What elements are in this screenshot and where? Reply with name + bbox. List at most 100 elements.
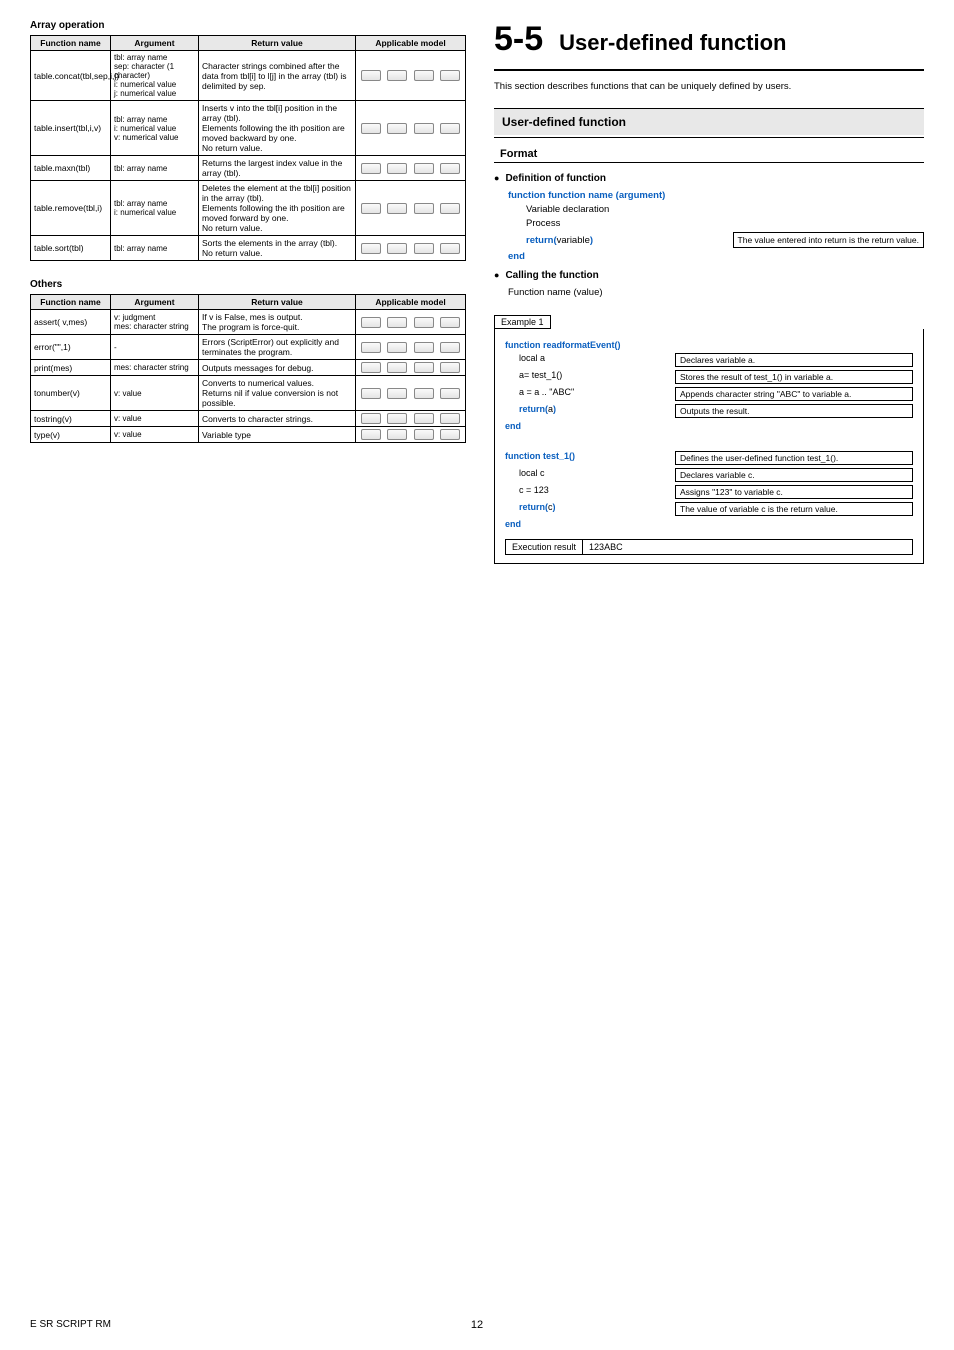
col-ret: Return value [199, 36, 356, 51]
col-fn: Function name [31, 295, 111, 310]
example-box: function readformatEvent() local aDeclar… [494, 329, 924, 564]
def-return-note: The value entered into return is the ret… [733, 232, 924, 248]
arg-cell: tbl: array namei: numerical value [111, 181, 199, 236]
arg-cell: v: value [111, 411, 199, 427]
arg-cell: tbl: array namei: numerical valuev: nume… [111, 101, 199, 156]
col-ret: Return value [199, 295, 356, 310]
col-arg: Argument [111, 36, 199, 51]
exec-label: Execution result [505, 539, 583, 555]
arg-cell: - [111, 335, 199, 360]
model-box [361, 388, 381, 399]
model-box [387, 413, 407, 424]
example-code: c = 123 [505, 485, 675, 495]
arg-cell: tbl: array name [111, 156, 199, 181]
col-arg: Argument [111, 295, 199, 310]
arg-cell: tbl: array name [111, 236, 199, 261]
model-box [361, 413, 381, 424]
model-box [361, 429, 381, 440]
model-box [414, 203, 434, 214]
fn-cell: tonumber(v) [31, 376, 111, 411]
model-box [361, 123, 381, 134]
call-line: Function name (value) [508, 287, 603, 298]
model-box [440, 123, 460, 134]
table-row: table.maxn(tbl)tbl: array nameReturns th… [31, 156, 466, 181]
applicable-model-cell [356, 360, 466, 376]
example-desc: Stores the result of test_1() in variabl… [675, 370, 913, 384]
def-return-kw: return( [526, 235, 557, 246]
format-title: Format [500, 148, 924, 160]
model-box [414, 243, 434, 254]
model-box [440, 342, 460, 353]
fn-cell: table.sort(tbl) [31, 236, 111, 261]
table-row: table.sort(tbl)tbl: array nameSorts the … [31, 236, 466, 261]
example-row: c = 123Assigns "123" to variable c. [505, 485, 913, 499]
model-box [440, 388, 460, 399]
model-box [387, 388, 407, 399]
model-box [387, 342, 407, 353]
example-code: return(a) [505, 404, 675, 414]
example-desc: Outputs the result. [675, 404, 913, 418]
ex1-fn: function readformatEvent() [505, 340, 621, 350]
col-app: Applicable model [356, 295, 466, 310]
chapter-title: User-defined function [559, 30, 786, 56]
fn-cell: table.concat(tbl,sep,i,j) [31, 51, 111, 101]
model-box [414, 317, 434, 328]
model-box [440, 70, 460, 81]
fn-cell: tostring(v) [31, 411, 111, 427]
example-row: local aDeclares variable a. [505, 353, 913, 367]
model-box [361, 243, 381, 254]
table-row: assert( v,mes)v: judgmentmes: character … [31, 310, 466, 335]
ret-cell: Sorts the elements in the array (tbl).No… [199, 236, 356, 261]
model-box [440, 429, 460, 440]
others-title: Others [30, 279, 466, 290]
model-box [387, 243, 407, 254]
applicable-model-cell [356, 411, 466, 427]
ret-cell: Inserts v into the tbl[i] position in th… [199, 101, 356, 156]
applicable-model-cell [356, 335, 466, 360]
example-desc: Assigns "123" to variable c. [675, 485, 913, 499]
model-box [440, 163, 460, 174]
model-box [414, 163, 434, 174]
ex2-end: end [505, 519, 521, 529]
ret-cell: Outputs messages for debug. [199, 360, 356, 376]
applicable-model-cell [356, 376, 466, 411]
example-code: a= test_1() [505, 370, 675, 380]
model-box [361, 362, 381, 373]
model-box [361, 70, 381, 81]
arg-cell: v: judgmentmes: character string [111, 310, 199, 335]
fn-cell: assert( v,mes) [31, 310, 111, 335]
arg-cell: mes: character string [111, 360, 199, 376]
applicable-model-cell [356, 181, 466, 236]
def-var-decl: Variable declaration [526, 204, 609, 215]
model-box [414, 362, 434, 373]
arg-cell: tbl: array namesep: character (1 charact… [111, 51, 199, 101]
chapter-intro: This section describes functions that ca… [494, 81, 924, 92]
applicable-model-cell [356, 310, 466, 335]
def-process: Process [526, 218, 560, 229]
fn-cell: error("",1) [31, 335, 111, 360]
fn-cell: type(v) [31, 427, 111, 443]
example-label: Example 1 [494, 315, 551, 329]
model-box [361, 203, 381, 214]
model-box [361, 163, 381, 174]
model-box [414, 342, 434, 353]
others-table: Function name Argument Return value Appl… [30, 294, 466, 443]
ex1-end: end [505, 421, 521, 431]
fn-cell: table.insert(tbl,i,v) [31, 101, 111, 156]
calling-heading: Calling the function [494, 270, 924, 281]
model-box [387, 203, 407, 214]
model-box [387, 429, 407, 440]
model-box [387, 163, 407, 174]
footer-page: 12 [471, 1319, 483, 1331]
model-box [440, 243, 460, 254]
example-row: return(c)The value of variable c is the … [505, 502, 913, 516]
array-operation-table: Function name Argument Return value Appl… [30, 35, 466, 261]
ret-cell: Converts to numerical values.Returns nil… [199, 376, 356, 411]
def-return-close: ) [590, 235, 593, 246]
model-box [440, 413, 460, 424]
model-box [414, 70, 434, 81]
example-row: local cDeclares variable c. [505, 468, 913, 482]
fn-cell: table.maxn(tbl) [31, 156, 111, 181]
table-row: tostring(v)v: valueConverts to character… [31, 411, 466, 427]
model-box [414, 413, 434, 424]
